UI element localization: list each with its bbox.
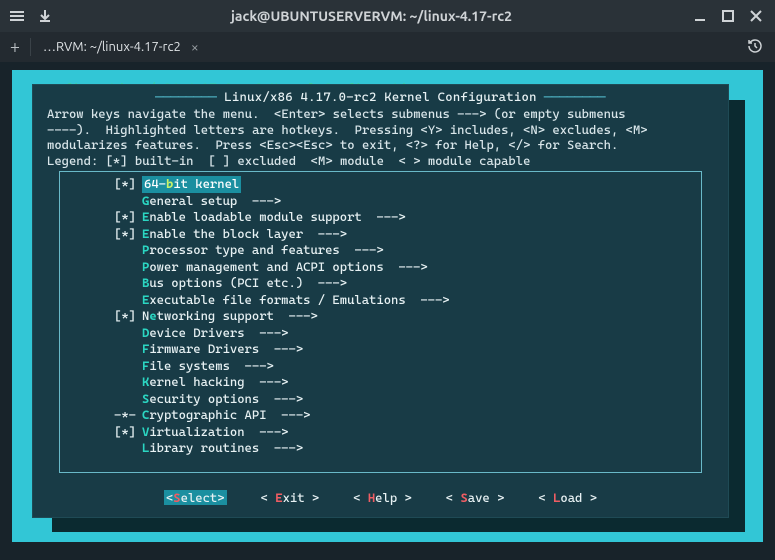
nav-button-xit[interactable]: < Exit > <box>261 490 320 505</box>
tabbar: + …RVM: ~/linux-4.17-rc2 × <box>0 32 775 62</box>
download-icon[interactable] <box>38 9 52 23</box>
new-tab-button[interactable]: + <box>0 37 30 57</box>
menu-label: Cryptographic API ---> <box>142 407 310 424</box>
dialog-title: Linux/x86 4.17.0-rc2 Kernel Configuratio… <box>224 89 537 104</box>
menu-label: 64-bit kernel <box>142 176 241 193</box>
menu-label: Executable file formats / Emulations ---… <box>142 292 450 309</box>
menu-item[interactable]: [*]Networking support ---> <box>60 308 701 325</box>
hotkey-char: e <box>149 308 156 323</box>
menu-label: Device Drivers ---> <box>142 325 289 342</box>
nav-button-ave[interactable]: < Save > <box>446 490 505 505</box>
maximize-icon[interactable] <box>721 9 735 23</box>
menu-indicator: [*] <box>96 226 142 243</box>
menu-item[interactable]: [*]Enable the block layer ---> <box>60 226 701 243</box>
menu-indicator <box>96 193 142 210</box>
menu-label: Library routines ---> <box>142 440 303 457</box>
menu-item[interactable]: Processor type and features ---> <box>60 242 701 259</box>
dialog-title-row: ──────── Linux/x86 4.17.0-rc2 Kernel Con… <box>33 85 728 104</box>
dialog-help-text: Arrow keys navigate the menu. <Enter> se… <box>33 104 728 169</box>
hamburger-icon[interactable] <box>10 9 24 23</box>
menu-item[interactable]: File systems ---> <box>60 358 701 375</box>
menu-indicator: [*] <box>96 424 142 441</box>
minimize-icon[interactable] <box>693 9 707 23</box>
menu-label: Virtualization ---> <box>142 424 289 441</box>
menu-item[interactable]: [*]Virtualization ---> <box>60 424 701 441</box>
menu-label: Firmware Drivers ---> <box>142 341 303 358</box>
menu-item[interactable]: Library routines ---> <box>60 440 701 457</box>
menu-indicator <box>96 292 142 309</box>
menu-indicator: [*] <box>96 176 142 193</box>
menu-item[interactable]: Bus options (PCI etc.) ---> <box>60 275 701 292</box>
menu-label: Kernel hacking ---> <box>142 374 289 391</box>
menu-item[interactable]: General setup ---> <box>60 193 701 210</box>
titlebar: jack@UBUNTUSERVERVM: ~/linux-4.17-rc2 <box>0 0 775 32</box>
menu-indicator <box>96 374 142 391</box>
menu-indicator <box>96 341 142 358</box>
tab-terminal[interactable]: …RVM: ~/linux-4.17-rc2 × <box>31 32 211 62</box>
menu-indicator: [*] <box>96 308 142 325</box>
menu-indicator <box>96 259 142 276</box>
nav-button-elect[interactable]: <Select> <box>164 490 227 505</box>
menu-listbox[interactable]: [*]64-bit kernelGeneral setup --->[*]Ena… <box>59 171 702 473</box>
menu-item[interactable]: Device Drivers ---> <box>60 325 701 342</box>
menu-item[interactable]: Executable file formats / Emulations ---… <box>60 292 701 309</box>
menu-item[interactable]: Firmware Drivers ---> <box>60 341 701 358</box>
menu-item[interactable]: Security options ---> <box>60 391 701 408</box>
menu-item[interactable]: Power management and ACPI options ---> <box>60 259 701 276</box>
menu-indicator <box>96 242 142 259</box>
menu-item[interactable]: Kernel hacking ---> <box>60 374 701 391</box>
close-icon[interactable] <box>749 9 763 23</box>
window-title: jack@UBUNTUSERVERVM: ~/linux-4.17-rc2 <box>62 8 681 24</box>
menu-label: Power management and ACPI options ---> <box>142 259 428 276</box>
terminal-bg: .config - Linux/x86 4.17.0-rc2 Kernel Co… <box>12 70 763 542</box>
button-row: <Select> < Exit > < Help > < Save > < Load > <box>63 486 698 505</box>
menu-label: Processor type and features ---> <box>142 242 384 259</box>
menu-label: General setup ---> <box>142 193 281 210</box>
menu-label: Enable the block layer ---> <box>142 226 347 243</box>
nav-button-oad[interactable]: < Load > <box>538 490 597 505</box>
menu-indicator <box>96 275 142 292</box>
menu-label: File systems ---> <box>142 358 274 375</box>
menuconfig-dialog: ──────── Linux/x86 4.17.0-rc2 Kernel Con… <box>32 84 729 518</box>
history-icon[interactable] <box>735 38 775 57</box>
tab-close-icon[interactable]: × <box>191 39 199 55</box>
menu-item[interactable]: -*-Cryptographic API ---> <box>60 407 701 424</box>
menu-label: Security options ---> <box>142 391 303 408</box>
menu-label: Networking support ---> <box>142 308 318 325</box>
menu-indicator <box>96 440 142 457</box>
menu-item[interactable]: [*]Enable loadable module support ---> <box>60 209 701 226</box>
menu-indicator <box>96 358 142 375</box>
tab-label: …RVM: ~/linux-4.17-rc2 <box>43 40 181 54</box>
menu-label: Enable loadable module support ---> <box>142 209 406 226</box>
menu-indicator: -*- <box>96 407 142 424</box>
terminal-viewport: .config - Linux/x86 4.17.0-rc2 Kernel Co… <box>0 62 775 560</box>
menu-item[interactable]: [*]64-bit kernel <box>60 176 701 193</box>
menu-indicator <box>96 391 142 408</box>
menu-indicator: [*] <box>96 209 142 226</box>
menu-label: Bus options (PCI etc.) ---> <box>142 275 347 292</box>
nav-button-elp[interactable]: < Help > <box>353 490 412 505</box>
menu-indicator <box>96 325 142 342</box>
